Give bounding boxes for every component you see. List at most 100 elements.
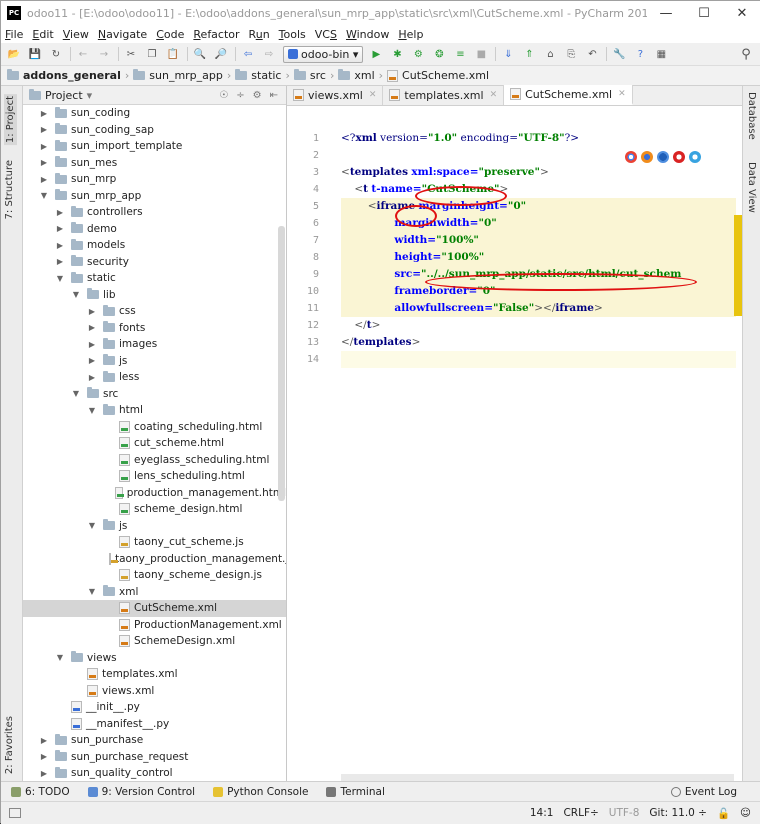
breadcrumb-item[interactable]: static › (235, 69, 290, 82)
file-encoding[interactable]: UTF-8 (609, 807, 640, 819)
tree-file[interactable]: __init__.py (23, 699, 286, 716)
menu-item-window[interactable]: Window (346, 28, 389, 41)
project-scrollbar[interactable] (278, 226, 285, 501)
lock-icon[interactable]: 🔓 (717, 807, 730, 820)
navigate-forward-icon[interactable]: ⇨ (262, 47, 276, 61)
chevron-right-icon[interactable]: ▶ (87, 373, 97, 382)
vcs-compare-icon[interactable]: ⎘ (564, 47, 578, 61)
tree-file[interactable]: CutScheme.xml (23, 600, 286, 617)
code-line[interactable]: </templates> (341, 334, 736, 351)
tree-folder[interactable]: ▼ html (23, 402, 286, 419)
tree-file[interactable]: views.xml (23, 683, 286, 700)
menu-item-file[interactable]: File (5, 28, 23, 41)
coverage-icon[interactable]: ⚙ (411, 47, 425, 61)
menu-item-navigate[interactable]: Navigate (98, 28, 147, 41)
tree-folder[interactable]: ▼ sun_mrp_app (23, 188, 286, 205)
chevron-right-icon[interactable]: ▶ (55, 224, 65, 233)
menu-item-vcs[interactable]: VCS (315, 28, 337, 41)
chevron-right-icon[interactable]: ▶ (87, 356, 97, 365)
code-line[interactable]: <templates xml:space="preserve"> (341, 164, 736, 181)
editor-tab[interactable]: CutScheme.xml ✕ (504, 85, 633, 105)
code-line[interactable]: allowfullscreen="False"></iframe> (341, 300, 736, 317)
close-button[interactable]: ✕ (723, 6, 760, 21)
close-tab-icon[interactable]: ✕ (369, 90, 377, 100)
vcs-commit-icon[interactable]: ⇑ (522, 47, 536, 61)
tree-file[interactable]: __manifest__.py (23, 716, 286, 733)
tab-data-view[interactable]: Data View (746, 162, 757, 213)
tree-file[interactable]: ProductionManagement.xml (23, 617, 286, 634)
chevron-down-icon[interactable]: ▾ (87, 89, 93, 102)
caret-position[interactable]: 14:1 (530, 807, 554, 819)
tab-database[interactable]: Database (746, 92, 757, 140)
collapse-all-icon[interactable]: ÷ (236, 90, 244, 101)
tree-folder[interactable]: ▶ images (23, 336, 286, 353)
chevron-right-icon[interactable]: ▶ (55, 241, 65, 250)
tree-folder[interactable]: ▶ js (23, 353, 286, 370)
chevron-right-icon[interactable]: ▶ (55, 257, 65, 266)
firefox-icon[interactable] (641, 151, 653, 163)
revert-icon[interactable]: ↶ (585, 47, 599, 61)
tree-folder[interactable]: ▶ sun_mes (23, 155, 286, 172)
minimize-button[interactable]: — (647, 6, 685, 21)
editor-tab[interactable]: templates.xml ✕ (383, 85, 505, 105)
tree-folder[interactable]: ▶ less (23, 369, 286, 386)
code-line[interactable]: width="100%" (341, 232, 736, 249)
menu-item-help[interactable]: Help (398, 28, 423, 41)
chevron-down-icon[interactable]: ▼ (71, 389, 81, 398)
tree-folder[interactable]: ▼ js (23, 518, 286, 535)
chevron-right-icon[interactable]: ▶ (39, 125, 49, 134)
tree-folder[interactable]: ▶ controllers (23, 204, 286, 221)
tool-windows-toggle-icon[interactable] (9, 808, 21, 818)
tab-structure[interactable]: 7: Structure (4, 160, 15, 219)
search-everywhere-icon[interactable]: ⚲ (739, 47, 753, 62)
tree-file[interactable]: lens_scheduling.html (23, 468, 286, 485)
chevron-down-icon[interactable]: ▼ (87, 521, 97, 530)
chrome-icon[interactable] (625, 151, 637, 163)
menu-item-code[interactable]: Code (156, 28, 184, 41)
breadcrumb-item[interactable]: sun_mrp_app › (133, 69, 231, 82)
tree-folder[interactable]: ▶ sun_purchase (23, 732, 286, 749)
sync-scroll-icon[interactable]: ☉ (219, 90, 228, 101)
chevron-down-icon[interactable]: ▼ (55, 274, 65, 283)
editor-hscrollbar[interactable] (341, 774, 734, 781)
code-line[interactable]: <t t-name="CutScheme"> (341, 181, 736, 198)
tab-project[interactable]: 1: Project (4, 94, 17, 146)
close-tab-icon[interactable]: ✕ (618, 89, 626, 99)
tree-folder[interactable]: ▼ xml (23, 584, 286, 601)
vcs-history-icon[interactable]: ⌂ (543, 47, 557, 61)
tree-folder[interactable]: ▶ demo (23, 221, 286, 238)
version-control-tool-button[interactable]: 9: Version Control (87, 786, 195, 798)
code-line[interactable]: </t> (341, 317, 736, 334)
inspector-icon[interactable]: ☺ (740, 807, 751, 819)
tree-folder[interactable]: ▶ sun_coding_sap (23, 122, 286, 139)
menu-item-edit[interactable]: Edit (32, 28, 53, 41)
chevron-right-icon[interactable]: ▶ (87, 340, 97, 349)
breadcrumb-item[interactable]: CutScheme.xml (387, 69, 489, 82)
breadcrumb-item[interactable]: src › (293, 69, 334, 82)
chevron-right-icon[interactable]: ▶ (39, 109, 49, 118)
chevron-right-icon[interactable]: ▶ (87, 307, 97, 316)
replace-icon[interactable]: 🔎 (214, 47, 228, 61)
todo-tool-button[interactable]: 6: TODO (11, 786, 70, 798)
chevron-right-icon[interactable]: ▶ (39, 769, 49, 778)
concurrency-icon[interactable]: ≡ (453, 47, 467, 61)
maximize-button[interactable]: ☐ (685, 6, 723, 21)
menu-item-view[interactable]: View (63, 28, 89, 41)
stop-icon[interactable]: ■ (474, 47, 488, 61)
tree-file[interactable]: taony_cut_scheme.js (23, 534, 286, 551)
chevron-right-icon[interactable]: ▶ (55, 208, 65, 217)
code-line[interactable] (341, 351, 736, 368)
chevron-down-icon[interactable]: ▼ (87, 587, 97, 596)
vcs-update-icon[interactable]: ⇓ (501, 47, 515, 61)
breadcrumb-item[interactable]: xml › (338, 69, 383, 82)
tree-folder[interactable]: ▶ sun_coding (23, 105, 286, 122)
chevron-right-icon[interactable]: ▶ (39, 175, 49, 184)
code-lines[interactable]: <?xml version="1.0" encoding="UTF-8"?> <… (341, 130, 736, 368)
tree-file[interactable]: scheme_design.html (23, 501, 286, 518)
tree-file[interactable]: taony_production_management.js (23, 551, 286, 568)
tree-file[interactable]: templates.xml (23, 666, 286, 683)
editor-tab[interactable]: views.xml ✕ (287, 85, 384, 105)
breadcrumb-item[interactable]: addons_general › (7, 69, 129, 82)
code-line[interactable]: height="100%" (341, 249, 736, 266)
tree-file[interactable]: coating_scheduling.html (23, 419, 286, 436)
